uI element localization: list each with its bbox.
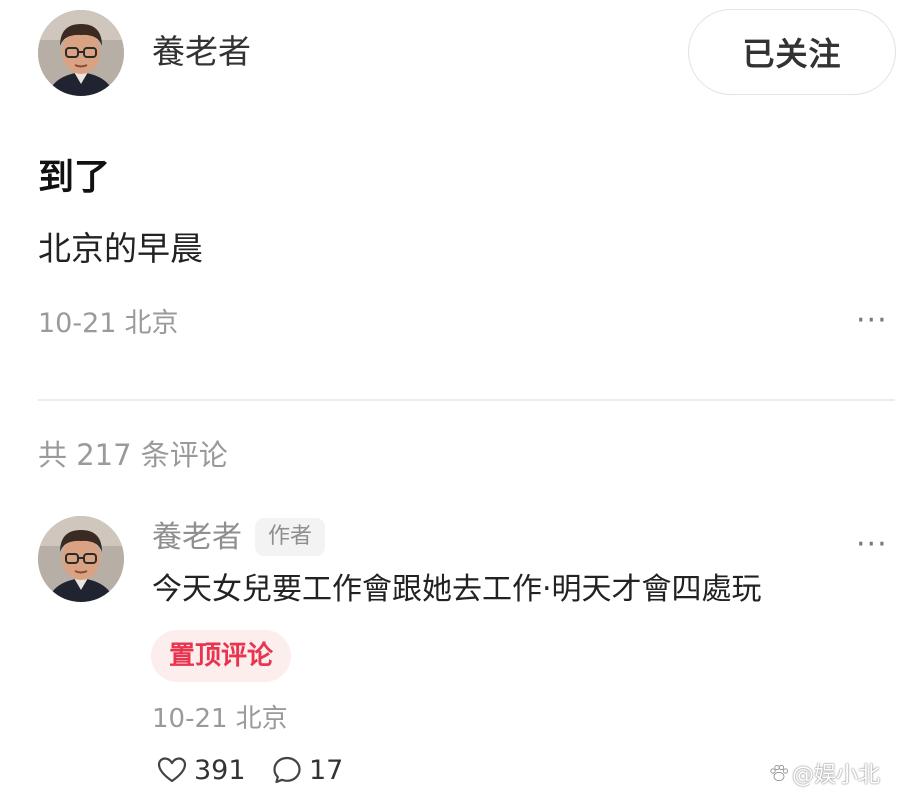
comment-count: 共 217 条评论: [38, 438, 228, 472]
reply-button[interactable]: 17: [271, 752, 343, 788]
post-location: 北京: [124, 308, 179, 339]
follow-button[interactable]: 已关注: [688, 9, 896, 95]
post-meta: 10-21 北京: [38, 304, 178, 344]
paw-icon: [770, 764, 789, 782]
comment-author-name[interactable]: 養老者: [152, 517, 242, 559]
comment-meta: 10-21 北京: [152, 700, 288, 738]
pinned-comment-badge: 置顶评论: [151, 630, 292, 682]
watermark-text: @娱小北: [792, 763, 881, 788]
comment-author-avatar[interactable]: [38, 516, 124, 602]
author-avatar[interactable]: [38, 10, 124, 96]
post-date: 10-21: [38, 308, 117, 339]
post-body: 北京的早晨: [38, 229, 203, 268]
like-button[interactable]: 391: [156, 752, 246, 788]
post-title: 到了: [38, 157, 111, 198]
post-detail-page: 養老者 已关注 到了 北京的早晨 10-21 北京 ··· 共 217 条评论 養…: [0, 0, 910, 804]
user-avatar-icon: [38, 516, 124, 602]
comment-text: 今天女兒要工作會跟她去工作‧明天才會四處玩: [152, 572, 762, 607]
author-badge: 作者: [255, 518, 326, 556]
watermark: @娱小北: [768, 757, 880, 789]
author-name[interactable]: 養老者: [152, 30, 251, 74]
comment-location: 北京: [235, 704, 288, 734]
comment-more-icon[interactable]: ···: [856, 530, 888, 560]
reply-count: 17: [309, 754, 344, 786]
post-more-icon[interactable]: ···: [856, 306, 888, 336]
comment-bubble-icon: [273, 756, 301, 784]
divider: [38, 399, 895, 401]
heart-icon: [157, 757, 187, 783]
user-avatar-icon: [38, 10, 124, 96]
like-count: 391: [194, 754, 246, 786]
comment-date: 10-21: [152, 704, 228, 734]
